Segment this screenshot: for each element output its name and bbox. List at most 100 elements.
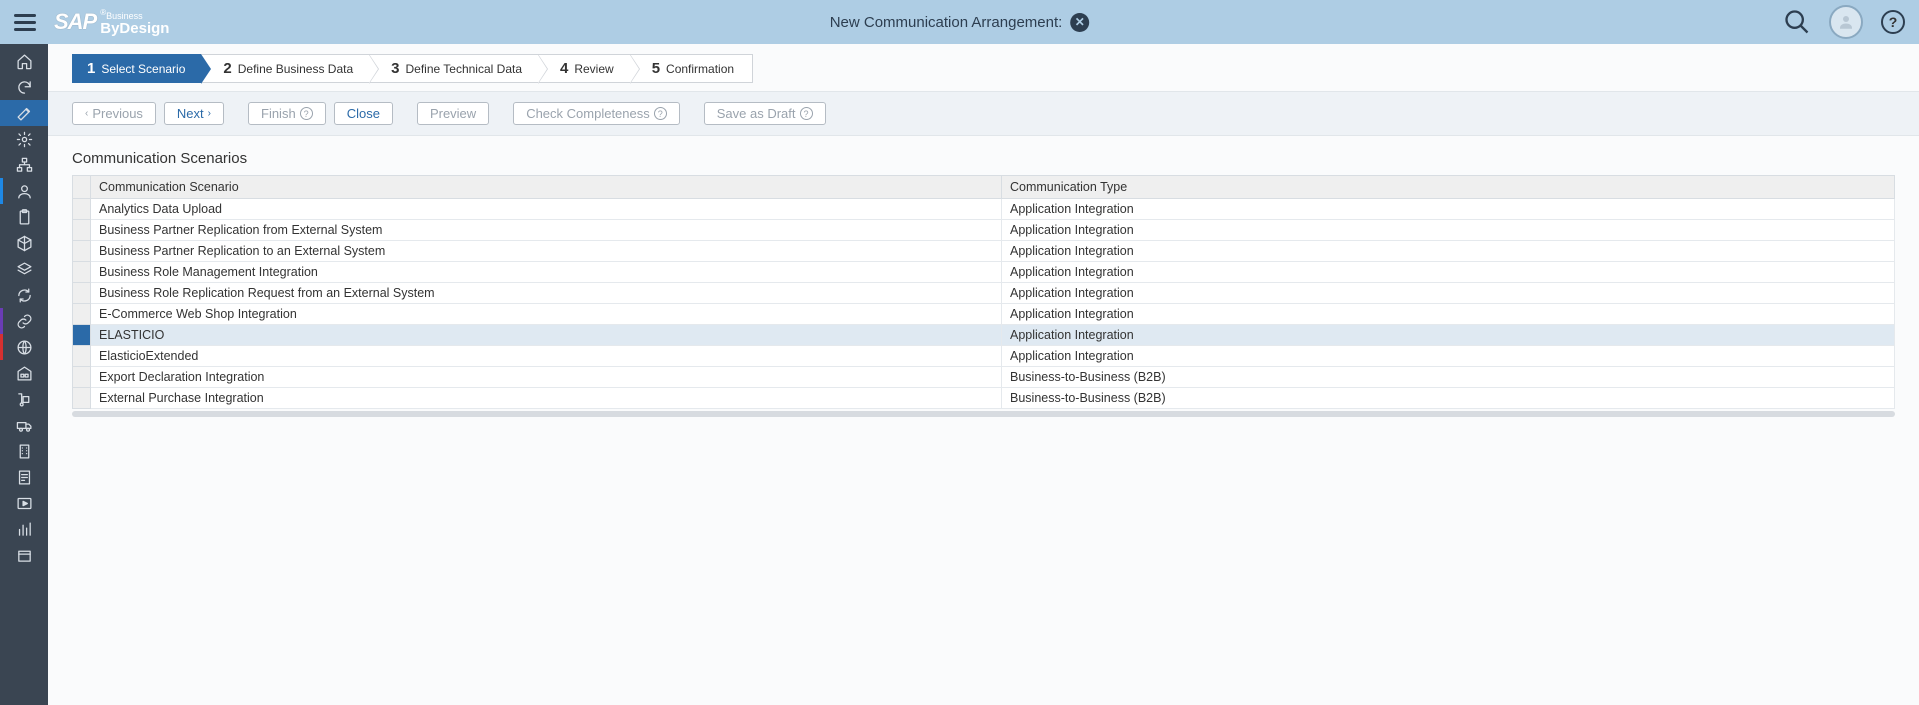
finish-button-label: Finish: [261, 106, 296, 121]
previous-button[interactable]: ‹Previous: [72, 102, 156, 125]
person-icon[interactable]: [0, 178, 48, 204]
cell-type: Application Integration: [1002, 283, 1895, 304]
cell-scenario: External Purchase Integration: [91, 388, 1002, 409]
table-row[interactable]: ELASTICIOApplication Integration: [73, 325, 1895, 346]
refresh-icon[interactable]: [0, 74, 48, 100]
close-button[interactable]: Close: [334, 102, 393, 125]
package-icon[interactable]: [0, 230, 48, 256]
link-icon[interactable]: [0, 308, 48, 334]
cell-type: Business-to-Business (B2B): [1002, 367, 1895, 388]
product-logo: SAP ®Business ByDesign: [54, 9, 169, 36]
cell-type: Application Integration: [1002, 262, 1895, 283]
row-marker[interactable]: [73, 199, 91, 220]
table-row[interactable]: ElasticioExtendedApplication Integration: [73, 346, 1895, 367]
step-label: Confirmation: [666, 62, 734, 76]
wizard-step-4[interactable]: 4 Review: [538, 54, 630, 83]
wizard-step-5[interactable]: 5 Confirmation: [630, 54, 753, 83]
table-row[interactable]: E-Commerce Web Shop IntegrationApplicati…: [73, 304, 1895, 325]
cell-type: Application Integration: [1002, 199, 1895, 220]
cell-scenario: ELASTICIO: [91, 325, 1002, 346]
user-avatar[interactable]: [1829, 5, 1863, 39]
next-button[interactable]: Next›: [164, 102, 224, 125]
report-icon[interactable]: [0, 464, 48, 490]
logo-sap: SAP: [54, 9, 96, 35]
scenario-table: Communication Scenario Communication Typ…: [72, 175, 1895, 409]
row-marker[interactable]: [73, 388, 91, 409]
row-marker[interactable]: [73, 262, 91, 283]
check-completeness-button[interactable]: Check Completeness?: [513, 102, 680, 125]
cell-scenario: Export Declaration Integration: [91, 367, 1002, 388]
row-marker[interactable]: [73, 367, 91, 388]
orgchart-icon[interactable]: [0, 152, 48, 178]
row-marker[interactable]: [73, 346, 91, 367]
step-number: 3: [391, 60, 399, 77]
step-label: Review: [574, 62, 613, 76]
search-icon[interactable]: [1783, 8, 1811, 36]
table-row[interactable]: Business Partner Replication to an Exter…: [73, 241, 1895, 262]
preview-button[interactable]: Preview: [417, 102, 489, 125]
row-marker[interactable]: [73, 241, 91, 262]
truck-icon[interactable]: [0, 412, 48, 438]
main-panel: 1 Select Scenario 2 Define Business Data 3 De…: [48, 44, 1919, 705]
menu-toggle[interactable]: [14, 11, 36, 33]
table-row[interactable]: Business Role Management IntegrationAppl…: [73, 262, 1895, 283]
logo-business: Business: [106, 11, 143, 21]
step-label: Define Business Data: [238, 62, 353, 76]
step-label: Select Scenario: [101, 62, 185, 76]
analytics-icon[interactable]: [0, 516, 48, 542]
cell-scenario: E-Commerce Web Shop Integration: [91, 304, 1002, 325]
col-type[interactable]: Communication Type: [1002, 176, 1895, 199]
cell-type: Application Integration: [1002, 304, 1895, 325]
table-row[interactable]: Analytics Data UploadApplication Integra…: [73, 199, 1895, 220]
finish-button[interactable]: Finish?: [248, 102, 326, 125]
edit-icon[interactable]: [0, 100, 48, 126]
play-icon[interactable]: [0, 490, 48, 516]
warehouse-icon[interactable]: [0, 360, 48, 386]
wizard-step-3[interactable]: 3 Define Technical Data: [369, 54, 538, 83]
table-row[interactable]: Business Partner Replication from Extern…: [73, 220, 1895, 241]
building-icon[interactable]: [0, 438, 48, 464]
cell-type: Application Integration: [1002, 325, 1895, 346]
close-icon[interactable]: [1070, 13, 1089, 32]
table-row[interactable]: Export Declaration IntegrationBusiness-t…: [73, 367, 1895, 388]
row-marker[interactable]: [73, 325, 91, 346]
save-draft-button[interactable]: Save as Draft?: [704, 102, 826, 125]
step-number: 1: [87, 60, 95, 77]
sync-icon[interactable]: [0, 282, 48, 308]
help-hint-icon: ?: [654, 107, 667, 120]
help-icon[interactable]: ?: [1881, 10, 1905, 34]
horizontal-scrollbar[interactable]: [72, 411, 1895, 417]
home-icon[interactable]: [0, 48, 48, 74]
table-row[interactable]: Business Role Replication Request from a…: [73, 283, 1895, 304]
clipboard-icon[interactable]: [0, 204, 48, 230]
help-hint-icon: ?: [300, 107, 313, 120]
layers-icon[interactable]: [0, 256, 48, 282]
scenario-table-wrap: Communication Scenario Communication Typ…: [48, 175, 1919, 425]
row-marker[interactable]: [73, 283, 91, 304]
section-title: Communication Scenarios: [48, 136, 1919, 175]
cell-type: Application Integration: [1002, 346, 1895, 367]
save-draft-button-label: Save as Draft: [717, 106, 796, 121]
previous-button-label: Previous: [92, 106, 143, 121]
table-header-row: Communication Scenario Communication Typ…: [73, 176, 1895, 199]
help-hint-icon: ?: [800, 107, 813, 120]
row-marker[interactable]: [73, 220, 91, 241]
col-scenario[interactable]: Communication Scenario: [91, 176, 1002, 199]
step-label: Define Technical Data: [405, 62, 522, 76]
wizard-steps: 1 Select Scenario 2 Define Business Data 3 De…: [48, 54, 1919, 83]
cell-scenario: Business Partner Replication to an Exter…: [91, 241, 1002, 262]
wizard-step-1[interactable]: 1 Select Scenario: [72, 54, 201, 83]
page-title: New Communication Arrangement:: [830, 14, 1063, 31]
box-icon[interactable]: [0, 542, 48, 568]
dolly-icon[interactable]: [0, 386, 48, 412]
row-marker[interactable]: [73, 304, 91, 325]
step-number: 5: [652, 60, 660, 77]
wizard-step-2[interactable]: 2 Define Business Data: [201, 54, 369, 83]
gears-icon[interactable]: [0, 126, 48, 152]
step-number: 2: [223, 60, 231, 77]
globe-icon[interactable]: [0, 334, 48, 360]
check-button-label: Check Completeness: [526, 106, 650, 121]
row-marker-header: [73, 176, 91, 199]
table-row[interactable]: External Purchase IntegrationBusiness-to…: [73, 388, 1895, 409]
step-number: 4: [560, 60, 568, 77]
